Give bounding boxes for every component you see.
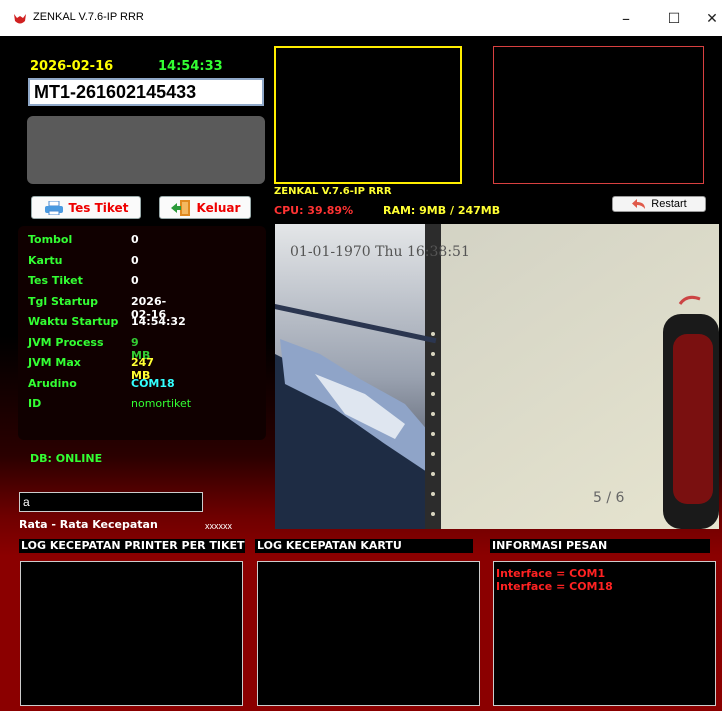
cpu-usage: CPU: 39.89% [274,204,354,217]
camera-preview-1 [274,46,462,184]
printer-icon [44,200,63,215]
info-value: 0 [131,233,139,246]
printer-log-box[interactable] [20,561,243,706]
exit-door-icon [170,199,190,216]
info-message-line: Interface = COM1 [496,567,606,580]
info-value: 0 [131,253,139,267]
info-value: COM18 [131,376,175,390]
card-log-header: LOG KECEPATAN KARTU [255,539,473,553]
ram-usage: RAM: 9MB / 247MB [383,204,501,217]
app-version-label: ZENKAL V.7.6-IP RRR [274,186,392,197]
camera-feed: 01-01-1970 Thu 16:38:51 5 / 6 [275,224,719,529]
current-time: 14:54:33 [158,59,223,74]
keluar-button[interactable]: Keluar [159,196,251,219]
restart-label: Restart [651,198,687,210]
average-speed-value: xxxxxx [205,521,232,531]
tes-tiket-button[interactable]: Tes Tiket [31,196,141,219]
maximize-button[interactable]: ☐ [664,9,684,29]
camera-preview-2 [493,46,704,184]
speed-input[interactable] [19,492,203,512]
average-speed-label: Rata - Rata Kecepatan [19,518,158,531]
tes-tiket-label: Tes Tiket [68,200,129,215]
info-message-line: Interface = COM18 [496,580,613,593]
display-panel [27,116,265,184]
app-client-area: 2026-02-16 14:54:33 MT1-261602145433 Tes… [0,36,722,711]
minimize-button[interactable]: – [616,9,636,29]
restart-button[interactable]: Restart [612,196,706,212]
camera-counter: 5 / 6 [593,490,625,506]
info-message-header: INFORMASI PESAN [490,539,710,553]
info-value: nomortiket [131,397,192,410]
close-button[interactable]: ✕ [702,9,722,29]
camera-timestamp: 01-01-1970 Thu 16:38:51 [290,244,470,260]
info-value: 0 [131,274,139,287]
ticket-id-display: MT1-261602145433 [28,78,264,106]
restart-arrow-icon [632,199,646,209]
camera-feed-image [275,224,719,529]
printer-log-header: LOG KECEPATAN PRINTER PER TIKET [19,539,245,553]
db-status: DB: ONLINE [30,452,103,465]
info-value: 14:54:32 [131,315,186,328]
title-bar: ZENKAL V.7.6-IP RRR – ☐ ✕ [0,0,722,36]
info-message-box[interactable]: Interface = COM1 Interface = COM18 [493,561,716,706]
window-title: ZENKAL V.7.6-IP RRR [33,11,144,23]
app-logo-icon [14,14,26,24]
current-date: 2026-02-16 [30,59,114,74]
keluar-label: Keluar [196,200,241,215]
card-log-box[interactable] [257,561,480,706]
